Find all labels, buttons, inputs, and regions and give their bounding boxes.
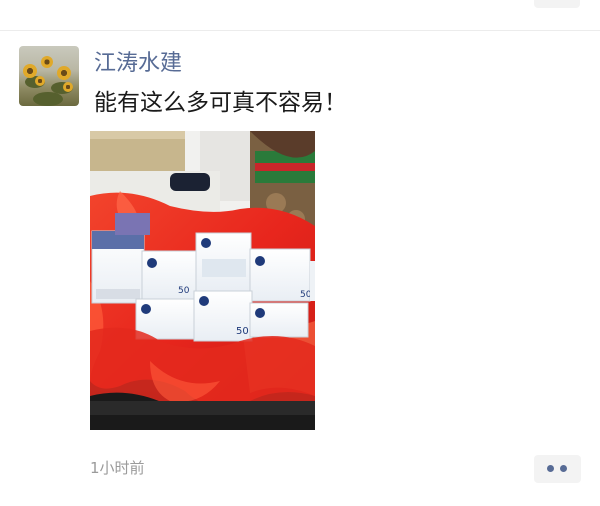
sunflower-icon bbox=[41, 56, 53, 68]
sunflower-icon bbox=[23, 64, 37, 78]
previous-post-area bbox=[0, 0, 600, 30]
mask-box bbox=[249, 302, 309, 338]
mask-box bbox=[91, 230, 145, 304]
previous-more-button[interactable] bbox=[534, 0, 580, 8]
post-photo[interactable]: 50 50 50 bbox=[90, 131, 315, 430]
mask-box: 50 bbox=[249, 248, 312, 302]
post-divider bbox=[0, 30, 600, 31]
mask-box bbox=[135, 298, 195, 340]
post-text: 能有这么多可真不容易！ bbox=[94, 90, 347, 116]
sunflower-icon bbox=[35, 76, 45, 86]
post-time: 1小时前 bbox=[90, 459, 145, 477]
box-label-50: 50 bbox=[236, 326, 249, 337]
mask-box bbox=[195, 232, 252, 292]
mask-box: 50 bbox=[193, 290, 253, 342]
box-label-50: 50 bbox=[178, 286, 190, 296]
sunflower-icon bbox=[57, 66, 71, 80]
author-name[interactable]: 江涛水建 bbox=[94, 50, 182, 78]
more-dots-icon bbox=[547, 465, 554, 472]
mask-box: 50 bbox=[141, 250, 198, 300]
mask-box bbox=[115, 213, 150, 235]
avatar[interactable] bbox=[19, 46, 79, 106]
more-dots-icon bbox=[560, 465, 567, 472]
avatar-leaf bbox=[33, 92, 63, 106]
mask-box bbox=[310, 261, 315, 301]
post-photo-image: 50 50 50 bbox=[90, 131, 315, 430]
sunflower-icon bbox=[63, 82, 73, 92]
box-label-50: 50 bbox=[300, 290, 312, 300]
more-button[interactable] bbox=[534, 455, 581, 483]
